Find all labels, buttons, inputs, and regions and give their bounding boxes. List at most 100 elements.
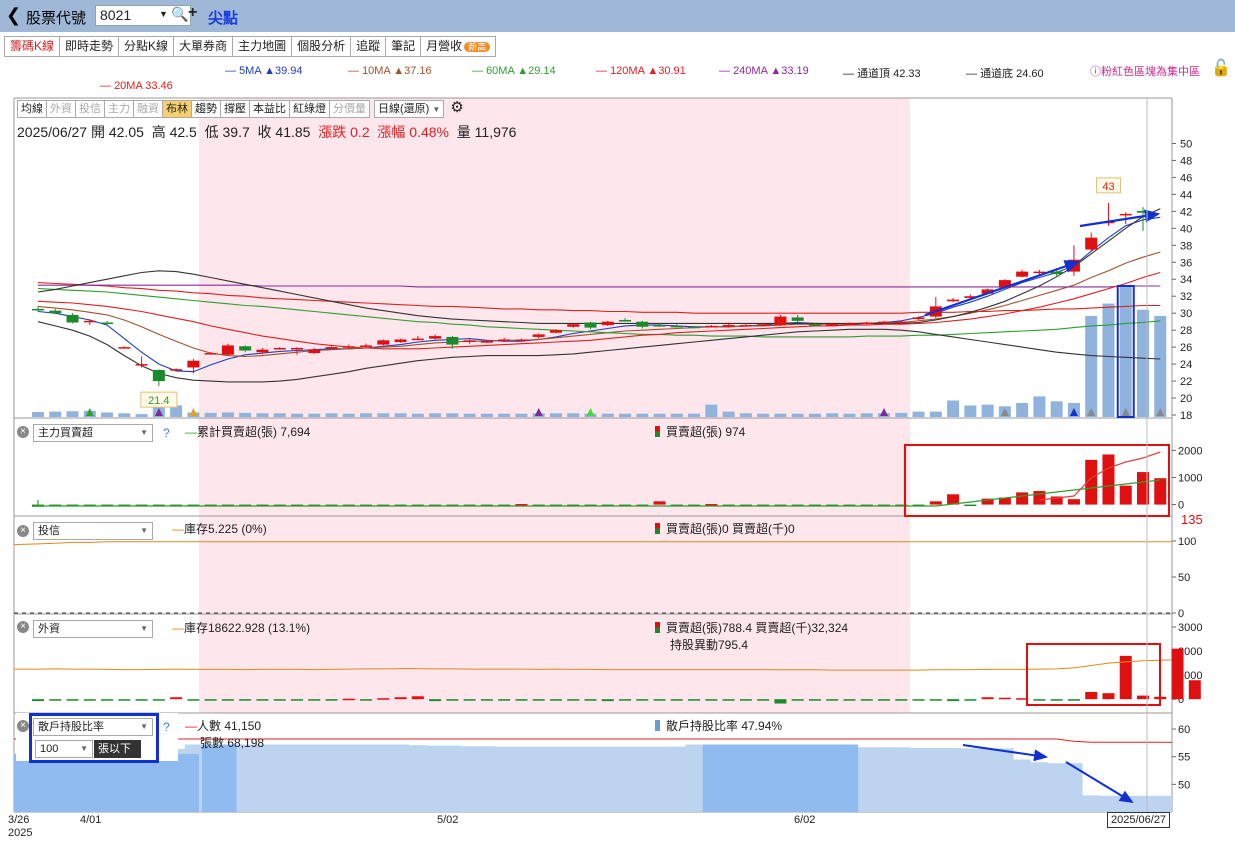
low-label: 21.4 <box>148 395 169 407</box>
foreign-bar <box>377 698 390 700</box>
foreign-bar <box>49 699 62 701</box>
toolbar-traffic-light-button[interactable]: 紅綠燈 <box>290 100 330 118</box>
foreign-bar <box>239 699 252 701</box>
main-force-bar <box>1016 492 1029 505</box>
candle-body <box>619 319 632 322</box>
volume-bar <box>1050 401 1063 417</box>
y-tick-label: 28 <box>1180 325 1192 337</box>
toolbar-support-button[interactable]: 撐壓 <box>221 100 250 118</box>
candle-body <box>636 321 649 327</box>
y-tick-label: 36 <box>1180 257 1192 269</box>
candle-body <box>1119 213 1132 216</box>
volume-bar <box>929 411 942 417</box>
volume-bar <box>791 413 804 417</box>
volume-bar <box>739 413 752 417</box>
candle-body <box>878 321 891 324</box>
toolbar-foreign-button[interactable]: 外資 <box>47 100 76 118</box>
volume-bar <box>135 414 148 417</box>
main-force-daily-text: 買賣超(張) 974 <box>655 423 745 440</box>
main-force-y-tick-label: 0 <box>1178 500 1184 512</box>
toolbar-ma-button[interactable]: 均線 <box>17 100 47 118</box>
foreign-bar <box>1188 680 1201 700</box>
foreign-bar <box>308 699 321 701</box>
volume-bar <box>446 413 459 417</box>
candle-body <box>325 347 338 349</box>
volume-bar <box>567 413 580 417</box>
candle-body <box>498 339 511 341</box>
candle-body <box>947 299 960 302</box>
foreign-bar <box>791 699 804 701</box>
retail-count-text: —人數 41,150 <box>185 719 262 733</box>
help-icon[interactable]: ? <box>163 720 170 734</box>
foreign-bar <box>360 699 373 701</box>
quote-change: 0.2 <box>350 124 370 140</box>
toolbar-pe-button[interactable]: 本益比 <box>250 100 290 118</box>
y-tick-label: 18 <box>1180 410 1192 422</box>
y-tick-label: 22 <box>1180 376 1192 388</box>
foreign-bar <box>947 699 960 702</box>
trust-select[interactable]: 投信 ▼ <box>33 522 153 540</box>
main-force-select[interactable]: 主力買賣超 ▼ <box>33 424 153 442</box>
candle-body <box>774 316 787 326</box>
volume-bar <box>774 413 787 417</box>
foreign-bar <box>705 699 718 701</box>
period-select[interactable]: 日線(還原) ▼ <box>374 100 445 118</box>
candle-body <box>83 320 96 323</box>
foreign-bar <box>290 699 303 701</box>
foreign-bar <box>878 699 891 701</box>
foreign-bar <box>170 697 183 700</box>
y-tick-label: 32 <box>1180 291 1192 303</box>
volume-bar <box>239 412 252 417</box>
foreign-bar <box>826 699 839 701</box>
candle-body <box>308 349 321 354</box>
volume-bar <box>32 412 44 417</box>
candle-body <box>826 324 839 326</box>
foreign-bar <box>929 699 942 701</box>
main-force-bar <box>653 501 666 505</box>
candle-body <box>739 325 752 327</box>
trust-y-tick-label: 50 <box>1178 572 1190 584</box>
foreign-bar <box>567 699 580 701</box>
volume-bar <box>601 413 614 417</box>
help-icon[interactable]: ? <box>163 426 170 440</box>
main-force-bar <box>1119 485 1132 505</box>
main-force-bar <box>705 504 718 506</box>
volume-bar <box>670 413 683 417</box>
volume-bar <box>947 400 960 417</box>
candle-body <box>912 317 925 320</box>
close-icon[interactable]: × <box>17 621 29 633</box>
candle-body <box>152 370 165 382</box>
volume-bar <box>204 412 217 417</box>
y-tick-label: 34 <box>1180 274 1192 286</box>
gear-icon[interactable]: ⚙ <box>450 100 463 118</box>
toolbar-trust-button[interactable]: 投信 <box>76 100 105 118</box>
quote-high: 42.5 <box>169 124 197 140</box>
toolbar-trend-button[interactable]: 趨勢 <box>192 100 221 118</box>
volume-bar <box>981 404 994 417</box>
foreign-bar <box>463 699 476 701</box>
foreign-select[interactable]: 外資 ▼ <box>33 620 153 638</box>
volume-bar <box>256 413 269 417</box>
close-icon[interactable]: × <box>17 720 29 732</box>
candle-body <box>221 345 234 355</box>
volume-bar <box>308 413 321 417</box>
toolbar-price-volume-button[interactable]: 分價量 <box>330 100 370 118</box>
volume-bar <box>325 413 338 417</box>
trust-y-tick-label: 0 <box>1178 608 1184 620</box>
main-force-bar <box>929 501 942 505</box>
foreign-bar <box>843 699 856 701</box>
toolbar-main-force-button[interactable]: 主力 <box>105 100 134 118</box>
retail-y-tick-label: 50 <box>1178 779 1190 791</box>
foreign-bar <box>964 699 977 701</box>
y-tick-label: 50 <box>1180 138 1192 150</box>
quote-date: 2025/06/27 <box>17 124 88 140</box>
candle-body <box>567 324 580 327</box>
toolbar-bollinger-button[interactable]: 布林 <box>163 100 192 118</box>
candle-body <box>446 336 459 345</box>
foreign-bar <box>480 699 493 701</box>
close-icon[interactable]: × <box>17 525 29 537</box>
close-icon[interactable]: × <box>17 426 29 438</box>
toolbar-margin-button[interactable]: 融資 <box>134 100 163 118</box>
foreign-bar <box>981 697 994 700</box>
volume-bar <box>463 413 476 417</box>
